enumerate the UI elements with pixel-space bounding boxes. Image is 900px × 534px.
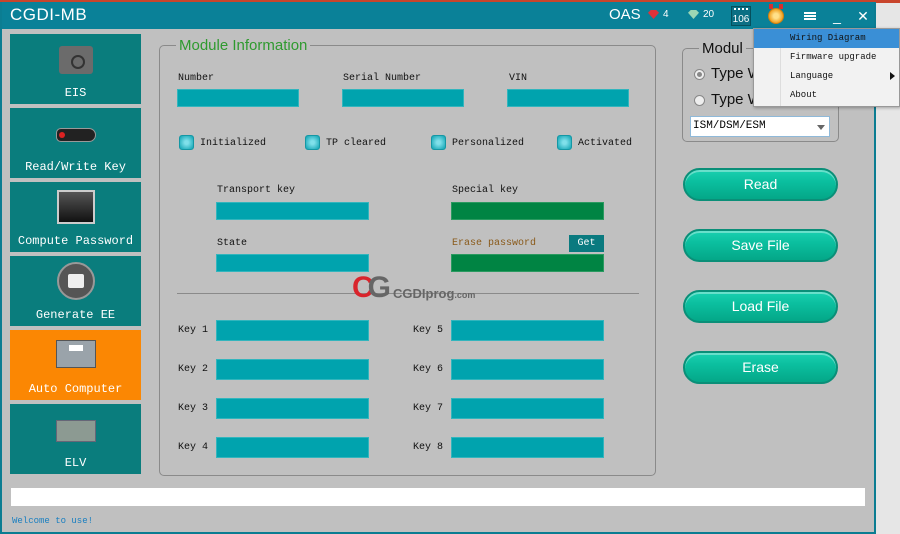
submenu-arrow-icon [890,72,895,80]
activated-indicator [557,135,572,150]
special-key-label: Special key [452,185,519,196]
serial-number-label: Serial Number [343,73,422,84]
personalized-label: Personalized [452,138,525,149]
key-8-field[interactable] [451,437,604,458]
number-label: Number [178,73,215,84]
watermark-suffix: .com [454,290,476,300]
module-information-title: Module Information [179,37,308,54]
calendar-icon[interactable]: 106 [731,6,751,26]
key-3-label: Key 3 [178,403,209,414]
transport-key-label: Transport key [217,185,296,196]
key-3-field[interactable] [216,398,369,419]
password-chip-icon [56,190,95,224]
hamburger-icon [804,12,816,20]
oas-label: OAS [609,6,641,23]
key-4-label: Key 4 [178,442,209,453]
type-radio-2[interactable] [694,95,705,106]
menu-item-language-label: Language [790,71,834,81]
elv-board-icon [55,420,96,442]
sidebar-item-elv[interactable]: ELV [10,404,141,474]
sidebar-item-read-write-key[interactable]: Read/Write Key [10,108,141,178]
vin-label: VIN [509,73,528,84]
title-bar[interactable]: CGDI-MB OAS 4 20 106 _ ✕ [2,2,874,29]
calendar-count: 106 [732,14,750,25]
key-1-field[interactable] [216,320,369,341]
printer-icon [56,262,95,300]
eis-icon [58,46,93,74]
sidebar-item-label: Auto Computer [28,382,123,396]
ecu-icon [55,340,96,368]
sidebar-item-label: ELV [64,456,87,470]
state-label: State [217,238,248,249]
sidebar-item-label: Generate EE [35,308,116,322]
red-gem-counter: 4 [648,9,669,20]
initialized-label: Initialized [200,138,267,149]
key-7-field[interactable] [451,398,604,419]
erase-button[interactable]: Erase [683,351,838,384]
erase-password-field[interactable] [451,254,604,272]
status-message: Welcome to use! [12,516,94,526]
key-4-field[interactable] [216,437,369,458]
key-6-field[interactable] [451,359,604,380]
green-gem-count: 20 [703,9,715,20]
key-6-label: Key 6 [413,364,444,375]
state-field[interactable] [216,254,369,272]
sidebar-item-label: EIS [64,86,87,100]
key-2-field[interactable] [216,359,369,380]
module-dropdown-value: ISM/DSM/ESM [693,120,766,132]
car-key-icon [55,128,96,142]
key-5-field[interactable] [451,320,604,341]
main-menu-dropdown: Wiring Diagram Firmware upgrade Language… [753,28,900,107]
number-field[interactable] [177,89,299,107]
close-button[interactable]: ✕ [853,6,873,26]
special-key-field[interactable] [451,202,604,220]
menu-button[interactable] [800,6,820,26]
type-radio-1[interactable] [694,69,705,80]
menu-item-about[interactable]: About [754,86,899,105]
key-8-label: Key 8 [413,442,444,453]
red-gem-count: 4 [663,9,669,20]
cg-logo-icon: CG [352,271,391,304]
menu-item-language[interactable]: Language [754,67,899,86]
module-type-title: Modul [702,40,743,57]
app-title: CGDI-MB [10,5,88,24]
minimize-button[interactable]: _ [827,6,847,26]
key-1-label: Key 1 [178,325,209,336]
tp-cleared-label: TP cleared [326,138,387,149]
read-button[interactable]: Read [683,168,838,201]
transport-key-field[interactable] [216,202,369,220]
red-gem-icon [648,10,659,19]
key-2-label: Key 2 [178,364,209,375]
sidebar-item-compute-password[interactable]: Compute Password [10,182,141,252]
erase-password-label: Erase password [452,238,537,249]
sidebar-item-auto-computer[interactable]: Auto Computer [10,330,141,400]
tp-cleared-indicator [305,135,320,150]
cgdiprog-watermark: CG CGDIprog.com [352,271,476,304]
sidebar-item-generate-ee[interactable]: Generate EE [10,256,141,326]
medal-icon[interactable] [768,8,784,24]
save-file-button[interactable]: Save File [683,229,838,262]
chevron-down-icon [817,125,825,130]
menu-item-firmware-upgrade[interactable]: Firmware upgrade [754,48,899,67]
sidebar-item-eis[interactable]: EIS [10,34,141,104]
personalized-indicator [431,135,446,150]
key-5-label: Key 5 [413,325,444,336]
activated-label: Activated [578,138,633,149]
sidebar-item-label: Read/Write Key [25,160,126,174]
green-gem-counter: 20 [688,9,714,20]
serial-number-field[interactable] [342,89,464,107]
menu-item-wiring-diagram[interactable]: Wiring Diagram [754,29,899,48]
initialized-indicator [179,135,194,150]
key-7-label: Key 7 [413,403,444,414]
green-gem-icon [688,10,699,19]
module-dropdown[interactable]: ISM/DSM/ESM [690,116,830,137]
sidebar: EIS Read/Write Key Compute Password Gene… [10,34,143,478]
progress-bar [11,488,865,506]
watermark-text: CGDIprog [393,286,455,301]
sidebar-item-label: Compute Password [17,234,134,248]
vin-field[interactable] [507,89,629,107]
load-file-button[interactable]: Load File [683,290,838,323]
get-erase-password-button[interactable]: Get [569,235,604,252]
